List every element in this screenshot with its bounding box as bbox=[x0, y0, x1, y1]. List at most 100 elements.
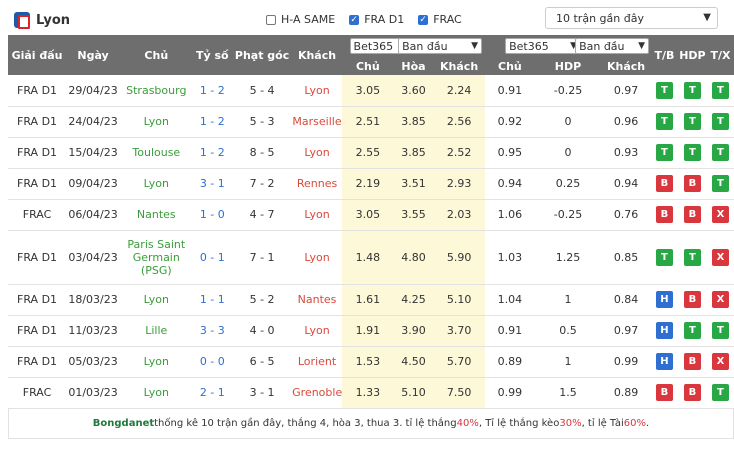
filter-fra-d1[interactable]: ✓ FRA D1 bbox=[349, 13, 404, 26]
match-score[interactable]: 1 - 2 bbox=[192, 75, 232, 107]
match-league: FRAC bbox=[8, 199, 67, 231]
hdp-badge: T bbox=[683, 81, 701, 99]
hdp-badge: T bbox=[683, 322, 701, 339]
hdp-badge-cell: T bbox=[677, 106, 707, 138]
match-score[interactable]: 3 - 3 bbox=[192, 315, 232, 347]
footer-text: , Tỉ lệ thắng kèo bbox=[478, 417, 560, 429]
odds-away: 5.70 bbox=[433, 346, 486, 378]
match-away-team[interactable]: Marseille bbox=[292, 106, 342, 138]
match-home-team[interactable]: Strasbourg bbox=[120, 75, 193, 107]
bookmaker2-select[interactable]: Bet365 ▼ bbox=[505, 38, 582, 54]
tb-badge: T bbox=[655, 113, 673, 130]
hdp-away: 0.89 bbox=[601, 377, 651, 409]
hdp-line: 0 bbox=[534, 137, 602, 169]
hdp-badge: B bbox=[683, 384, 701, 401]
hdp-badge: T bbox=[683, 113, 701, 130]
match-away-team[interactable]: Lyon bbox=[292, 230, 342, 285]
match-home-team[interactable]: Nantes bbox=[120, 199, 193, 231]
select-value: 10 trận gần đây bbox=[556, 11, 644, 25]
filter-frac[interactable]: ✓ FRAC bbox=[418, 13, 462, 26]
hdp-line: -0.25 bbox=[534, 75, 602, 107]
hdp-badge: B bbox=[683, 353, 701, 370]
match-score[interactable]: 2 - 1 bbox=[192, 377, 232, 409]
subcol-odds-draw: Hòa bbox=[393, 57, 434, 75]
match-away-team[interactable]: Lyon bbox=[292, 137, 342, 169]
type2-select[interactable]: Ban đầu ▼ bbox=[575, 38, 650, 54]
match-home-team[interactable]: Lyon bbox=[120, 106, 193, 138]
match-row: FRA D1 11/03/23 Lille 3 - 34 - 0 Lyon 1.91 3.9… bbox=[8, 315, 734, 347]
hdp-away: 0.76 bbox=[601, 199, 651, 231]
match-score[interactable]: 1 - 1 bbox=[192, 284, 232, 316]
hdp-badge-cell: B bbox=[677, 346, 707, 378]
type2-cell: Ban đầu ▼ bbox=[575, 35, 651, 57]
match-corners: 6 - 5 bbox=[232, 346, 293, 378]
col-hdp: HDP bbox=[677, 35, 707, 75]
hdp-badge: T bbox=[683, 248, 701, 266]
hdp-away: 0.93 bbox=[601, 137, 651, 169]
match-date: 03/04/23 bbox=[66, 230, 120, 285]
odds-draw: 3.51 bbox=[393, 168, 434, 200]
match-score[interactable]: 3 - 1 bbox=[192, 168, 232, 200]
odds-home: 1.91 bbox=[341, 315, 394, 347]
odds-home: 2.19 bbox=[341, 168, 394, 200]
tx-badge-cell: X bbox=[706, 230, 734, 285]
match-score[interactable]: 1 - 2 bbox=[192, 106, 232, 138]
tb-badge: T bbox=[655, 81, 673, 99]
odds-home: 1.48 bbox=[341, 230, 394, 285]
tx-badge-cell: X bbox=[706, 199, 734, 231]
select-value: Ban đầu bbox=[402, 39, 448, 53]
match-corners: 7 - 1 bbox=[232, 230, 293, 285]
tb-badge: H bbox=[655, 353, 673, 370]
match-score[interactable]: 0 - 0 bbox=[192, 346, 232, 378]
match-league: FRA D1 bbox=[8, 75, 67, 107]
filter-ha-same[interactable]: H-A SAME bbox=[266, 13, 335, 26]
match-away-team[interactable]: Rennes bbox=[292, 168, 342, 200]
match-away-team[interactable]: Nantes bbox=[292, 284, 342, 316]
match-away-team[interactable]: Lyon bbox=[292, 199, 342, 231]
recent-matches-select[interactable]: 10 trận gần đây ▼ bbox=[545, 7, 718, 29]
odds-home: 1.61 bbox=[341, 284, 394, 316]
match-home-team[interactable]: Paris Saint Germain (PSG) bbox=[120, 230, 193, 285]
checkbox-frac[interactable]: ✓ bbox=[418, 14, 429, 25]
hdp-badge-cell: T bbox=[677, 75, 707, 107]
hdp-away: 0.97 bbox=[601, 75, 651, 107]
checkbox-fra-d1[interactable]: ✓ bbox=[349, 14, 360, 25]
subcol-odds-away: Khách bbox=[433, 57, 486, 75]
match-home-team[interactable]: Lyon bbox=[120, 168, 193, 200]
checkbox-ha-same[interactable] bbox=[266, 14, 276, 25]
chevron-down-icon: ▼ bbox=[638, 41, 646, 51]
match-row: FRA D1 18/03/23 Lyon 1 - 15 - 2 Nantes 1.61 4.… bbox=[8, 284, 734, 316]
tb-badge-cell: T bbox=[650, 106, 678, 138]
match-row: FRA D1 15/04/23 Toulouse 1 - 28 - 5 Lyon 2.55… bbox=[8, 137, 734, 169]
tb-badge-cell: B bbox=[650, 199, 678, 231]
hdp-away: 0.85 bbox=[601, 230, 651, 285]
tx-badge: X bbox=[711, 248, 729, 266]
match-away-team[interactable]: Lorient bbox=[292, 346, 342, 378]
match-home-team[interactable]: Lille bbox=[120, 315, 193, 347]
match-home-team[interactable]: Lyon bbox=[120, 346, 193, 378]
hdp-line: 0 bbox=[534, 106, 602, 138]
odds-away: 7.50 bbox=[433, 377, 486, 409]
tx-badge: T bbox=[711, 322, 729, 339]
match-league: FRA D1 bbox=[8, 284, 67, 316]
subcol-hdp-away: Khách bbox=[601, 57, 651, 75]
match-corners: 8 - 5 bbox=[232, 137, 293, 169]
hdp-badge-cell: B bbox=[677, 377, 707, 409]
hdp-badge: T bbox=[683, 144, 701, 161]
match-home-team[interactable]: Lyon bbox=[120, 377, 193, 409]
match-score[interactable]: 1 - 2 bbox=[192, 137, 232, 169]
select-value: Bet365 bbox=[353, 39, 394, 53]
tx-badge: T bbox=[711, 144, 729, 161]
match-score[interactable]: 0 - 1 bbox=[192, 230, 232, 285]
type1-select[interactable]: Ban đầu ▼ bbox=[398, 38, 483, 54]
match-home-team[interactable]: Toulouse bbox=[120, 137, 193, 169]
tb-badge: T bbox=[655, 248, 673, 266]
match-home-team[interactable]: Lyon bbox=[120, 284, 193, 316]
match-away-team[interactable]: Lyon bbox=[292, 315, 342, 347]
match-score[interactable]: 1 - 0 bbox=[192, 199, 232, 231]
tb-badge-cell: T bbox=[650, 137, 678, 169]
col-home: Chủ bbox=[120, 35, 193, 75]
match-away-team[interactable]: Grenoble bbox=[292, 377, 342, 409]
odds-draw: 3.60 bbox=[393, 75, 434, 107]
match-away-team[interactable]: Lyon bbox=[292, 75, 342, 107]
